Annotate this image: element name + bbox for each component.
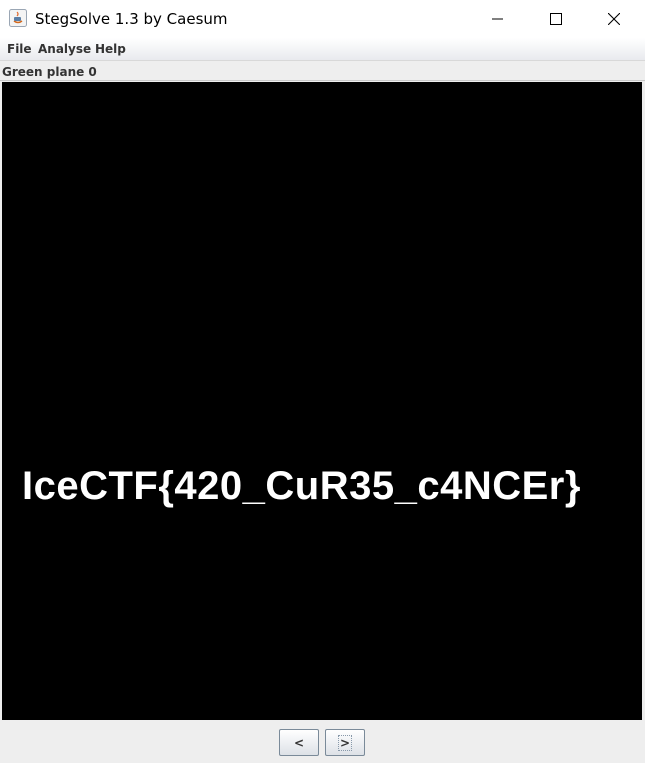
title-bar[interactable]: StegSolve 1.3 by Caesum (0, 0, 645, 38)
menu-bar: File Analyse Help (0, 38, 645, 61)
menu-file[interactable]: File (7, 41, 32, 57)
image-hidden-text: IceCTF{420_CuR35_c4NCEr} (22, 464, 581, 508)
next-plane-label: > (337, 734, 353, 751)
stegsolve-window: StegSolve 1.3 by Caesum File Analyse Hel… (0, 0, 645, 763)
plane-label: Green plane 0 (2, 65, 97, 79)
maximize-button[interactable] (527, 0, 585, 38)
next-plane-button[interactable]: > (325, 729, 365, 756)
java-app-icon (9, 9, 27, 27)
image-viewer: IceCTF{420_CuR35_c4NCEr} (2, 82, 642, 720)
window-title: StegSolve 1.3 by Caesum (35, 10, 228, 28)
menu-help[interactable]: Help (95, 41, 126, 57)
menu-analyse[interactable]: Analyse (38, 41, 91, 57)
navigation-bar: < > (0, 721, 645, 763)
minimize-button[interactable] (469, 0, 527, 38)
close-button[interactable] (585, 0, 643, 38)
close-icon (608, 13, 620, 25)
maximize-icon (550, 13, 562, 25)
divider (0, 80, 645, 81)
previous-plane-label: < (293, 735, 305, 750)
minimize-icon (492, 18, 503, 20)
previous-plane-button[interactable]: < (279, 729, 319, 756)
